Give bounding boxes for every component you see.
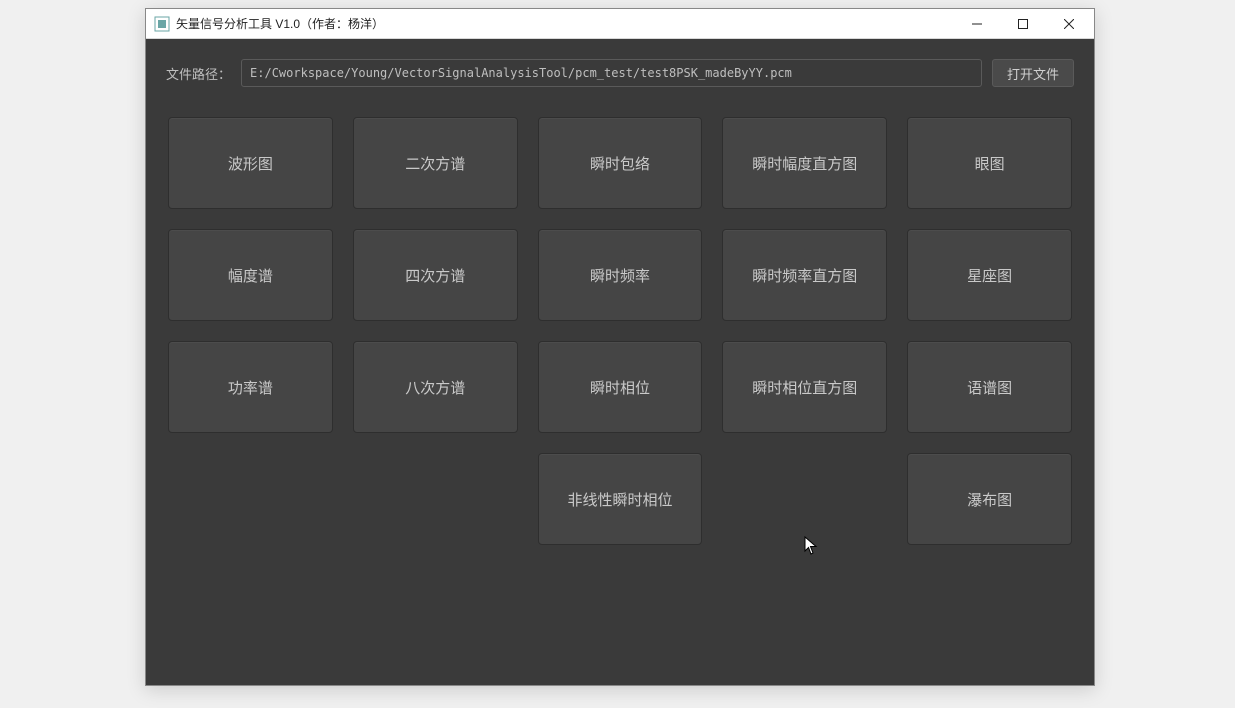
tile-power-spectrum[interactable]: 功率谱 xyxy=(168,341,333,433)
tile-second-power-spectrum[interactable]: 二次方谱 xyxy=(353,117,518,209)
tile-instant-phase[interactable]: 瞬时相位 xyxy=(538,341,703,433)
file-path-label: 文件路径： xyxy=(166,64,231,83)
tile-spectrogram[interactable]: 语谱图 xyxy=(907,341,1072,433)
client-area: 文件路径： 打开文件 波形图 二次方谱 瞬时包络 瞬时幅度直方图 眼图 幅度谱 … xyxy=(146,39,1094,685)
file-path-input[interactable] xyxy=(241,59,982,87)
tile-instant-envelope[interactable]: 瞬时包络 xyxy=(538,117,703,209)
close-button[interactable] xyxy=(1046,9,1092,39)
tile-amplitude-spectrum[interactable]: 幅度谱 xyxy=(168,229,333,321)
minimize-button[interactable] xyxy=(954,9,1000,39)
tool-grid: 波形图 二次方谱 瞬时包络 瞬时幅度直方图 眼图 幅度谱 四次方谱 瞬时频率 瞬… xyxy=(166,117,1074,545)
tile-fourth-power-spectrum[interactable]: 四次方谱 xyxy=(353,229,518,321)
app-icon xyxy=(154,16,170,32)
tile-eighth-power-spectrum[interactable]: 八次方谱 xyxy=(353,341,518,433)
tile-nonlinear-instant-phase[interactable]: 非线性瞬时相位 xyxy=(538,453,703,545)
file-path-row: 文件路径： 打开文件 xyxy=(166,59,1074,87)
tile-eye-diagram[interactable]: 眼图 xyxy=(907,117,1072,209)
app-window: 矢量信号分析工具 V1.0（作者：杨洋） 文件路径： 打开文件 波形图 二次方谱… xyxy=(145,8,1095,686)
tile-instant-amplitude-histogram[interactable]: 瞬时幅度直方图 xyxy=(722,117,887,209)
tile-constellation[interactable]: 星座图 xyxy=(907,229,1072,321)
titlebar: 矢量信号分析工具 V1.0（作者：杨洋） xyxy=(146,9,1094,39)
tile-waterfall[interactable]: 瀑布图 xyxy=(907,453,1072,545)
tile-instant-frequency-histogram[interactable]: 瞬时频率直方图 xyxy=(722,229,887,321)
tile-instant-phase-histogram[interactable]: 瞬时相位直方图 xyxy=(722,341,887,433)
open-file-button[interactable]: 打开文件 xyxy=(992,59,1074,87)
maximize-button[interactable] xyxy=(1000,9,1046,39)
tile-instant-frequency[interactable]: 瞬时频率 xyxy=(538,229,703,321)
window-title: 矢量信号分析工具 V1.0（作者：杨洋） xyxy=(176,15,384,32)
tile-waveform[interactable]: 波形图 xyxy=(168,117,333,209)
